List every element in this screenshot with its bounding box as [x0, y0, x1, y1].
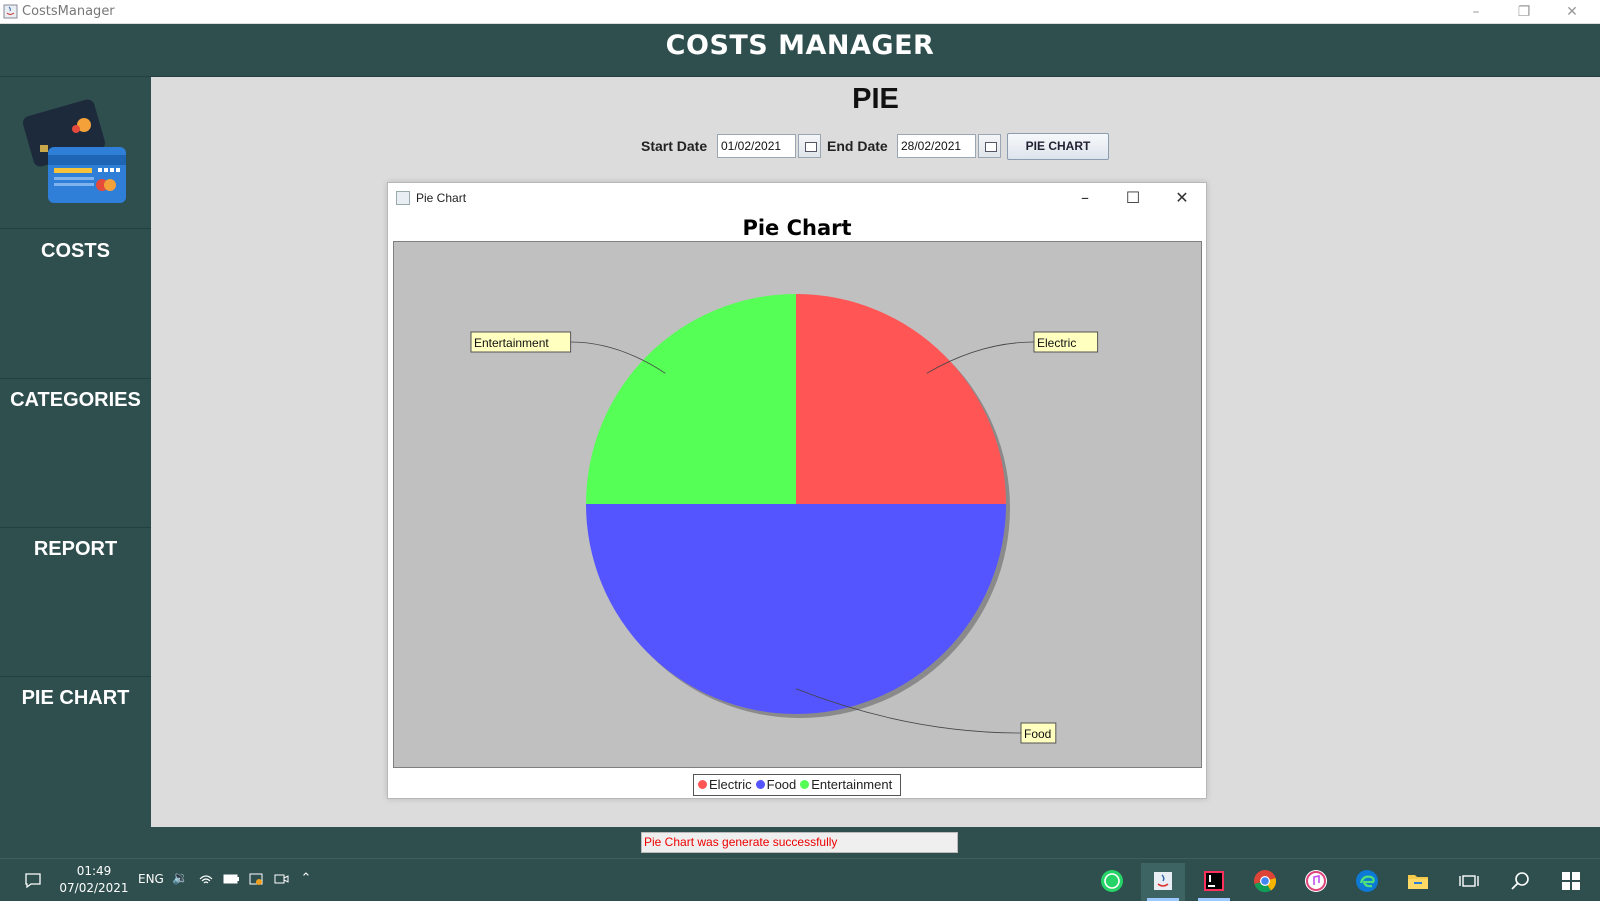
- task-view-icon: [1459, 875, 1479, 887]
- taskbar-file-explorer[interactable]: [1396, 863, 1440, 901]
- end-date-calendar-button[interactable]: [978, 134, 1001, 158]
- meet-now-icon[interactable]: [273, 871, 289, 887]
- start-date-label: Start Date: [641, 138, 708, 154]
- intellij-icon: [1204, 871, 1224, 891]
- pie-label-entertainment: Entertainment: [474, 336, 549, 350]
- sidebar-item-label: CATEGORIES: [10, 389, 141, 411]
- window-title: CostsManager: [22, 4, 115, 19]
- sidebar-item-label: COSTS: [41, 240, 110, 262]
- start-date-calendar-button[interactable]: [798, 134, 821, 158]
- sidebar: COSTS CATEGORIES REPORT PIE CHART: [0, 77, 151, 827]
- legend-item-food: Food: [755, 777, 797, 792]
- window-restore-button[interactable]: ❐: [1500, 0, 1548, 24]
- java-app-icon: [396, 191, 410, 205]
- sidebar-item-pie-chart[interactable]: PIE CHART: [0, 677, 151, 827]
- taskbar-start[interactable]: [1549, 863, 1593, 901]
- credit-card-logo-icon: [22, 99, 126, 203]
- wifi-icon[interactable]: [198, 871, 214, 887]
- sidebar-item-categories[interactable]: CATEGORIES: [0, 379, 151, 528]
- legend-swatch: [755, 780, 765, 789]
- app-header: COSTS MANAGER: [0, 24, 1600, 77]
- pie-slice-electric: [796, 294, 1006, 504]
- status-message: Pie Chart was generate successfully: [641, 832, 958, 853]
- app-title: COSTS MANAGER: [665, 30, 935, 61]
- whatsapp-icon: [1101, 870, 1123, 892]
- edge-icon: [1356, 870, 1378, 892]
- start-date-input[interactable]: 01/02/2021: [717, 134, 796, 158]
- taskbar-search[interactable]: [1498, 863, 1542, 901]
- java-icon: [1154, 872, 1172, 890]
- file-explorer-icon: [1408, 875, 1428, 889]
- windows-start-icon: [1562, 872, 1580, 890]
- pie-slice-entertainment: [586, 294, 796, 504]
- legend-swatch: [800, 780, 810, 789]
- window-minimize-button[interactable]: –: [1452, 0, 1500, 24]
- pie-chart-button[interactable]: PIE CHART: [1007, 133, 1109, 160]
- chart-title: Pie Chart: [742, 216, 852, 240]
- pie-chart-window: Pie Chart – ☐ ✕ Pie Chart Electric Food En…: [387, 182, 1207, 799]
- taskbar: 01:49 07/02/2021 ENG 🔉 ⌃: [0, 858, 1600, 901]
- java-app-icon: [3, 4, 18, 19]
- clock-date: 07/02/2021: [59, 881, 129, 895]
- pie-label-food: Food: [1024, 727, 1051, 741]
- chart-window-close-button[interactable]: ✕: [1162, 186, 1202, 210]
- search-icon: [1511, 872, 1529, 890]
- taskbar-clock[interactable]: 01:49 07/02/2021: [54, 863, 134, 897]
- sidebar-item-label: REPORT: [33, 538, 118, 560]
- chart-legend: Electric Food Entertainment: [693, 774, 902, 796]
- pie-slice-food: [586, 504, 1006, 714]
- legend-item-electric: Electric: [698, 777, 752, 792]
- status-bar: Pie Chart was generate successfully: [0, 827, 1600, 858]
- chart-window-title: Pie Chart: [416, 191, 467, 205]
- legend-label: Food: [766, 777, 797, 792]
- pie-chart-svg: Electric Food Entertainment: [470, 294, 1099, 744]
- chart-plot-area: Electric Food Entertainment: [393, 241, 1202, 768]
- chart-window-maximize-button[interactable]: ☐: [1113, 186, 1153, 210]
- volume-icon[interactable]: 🔉: [172, 871, 188, 887]
- legend-swatch: [698, 780, 707, 789]
- taskbar-intellij[interactable]: [1192, 863, 1236, 901]
- legend-item-entertainment: Entertainment: [800, 777, 892, 792]
- battery-icon[interactable]: [223, 871, 239, 887]
- sidebar-item-report[interactable]: REPORT: [0, 528, 151, 677]
- legend-label: Electric: [709, 777, 752, 792]
- language-indicator[interactable]: ENG: [138, 872, 164, 886]
- show-hidden-icons-icon[interactable]: ⌃: [298, 871, 314, 887]
- sidebar-item-costs[interactable]: COSTS: [0, 230, 151, 379]
- taskbar-java[interactable]: [1141, 863, 1185, 901]
- taskbar-chrome[interactable]: [1243, 863, 1287, 901]
- legend-label: Entertainment: [811, 777, 893, 792]
- itunes-icon: [1305, 870, 1327, 892]
- pie-label-electric: Electric: [1037, 336, 1076, 350]
- taskbar-itunes[interactable]: [1294, 863, 1338, 901]
- taskbar-task-view[interactable]: [1447, 863, 1491, 901]
- logo-cell: [0, 77, 151, 229]
- window-close-button[interactable]: ✕: [1548, 0, 1596, 24]
- window-titlebar: CostsManager – ❐ ✕: [0, 0, 1600, 24]
- end-date-label: End Date: [827, 138, 888, 154]
- chrome-icon: [1254, 870, 1277, 893]
- chart-window-minimize-button[interactable]: –: [1065, 186, 1105, 210]
- clock-time: 01:49: [76, 864, 112, 878]
- chart-window-titlebar: Pie Chart – ☐ ✕: [388, 183, 1206, 213]
- taskbar-edge[interactable]: [1345, 863, 1389, 901]
- page-title: PIE: [852, 83, 899, 115]
- security-tray-icon[interactable]: [248, 871, 264, 887]
- end-date-input[interactable]: 28/02/2021: [897, 134, 976, 158]
- notification-icon[interactable]: [24, 871, 42, 889]
- sidebar-item-label: PIE CHART: [21, 687, 130, 709]
- taskbar-whatsapp[interactable]: [1090, 863, 1134, 901]
